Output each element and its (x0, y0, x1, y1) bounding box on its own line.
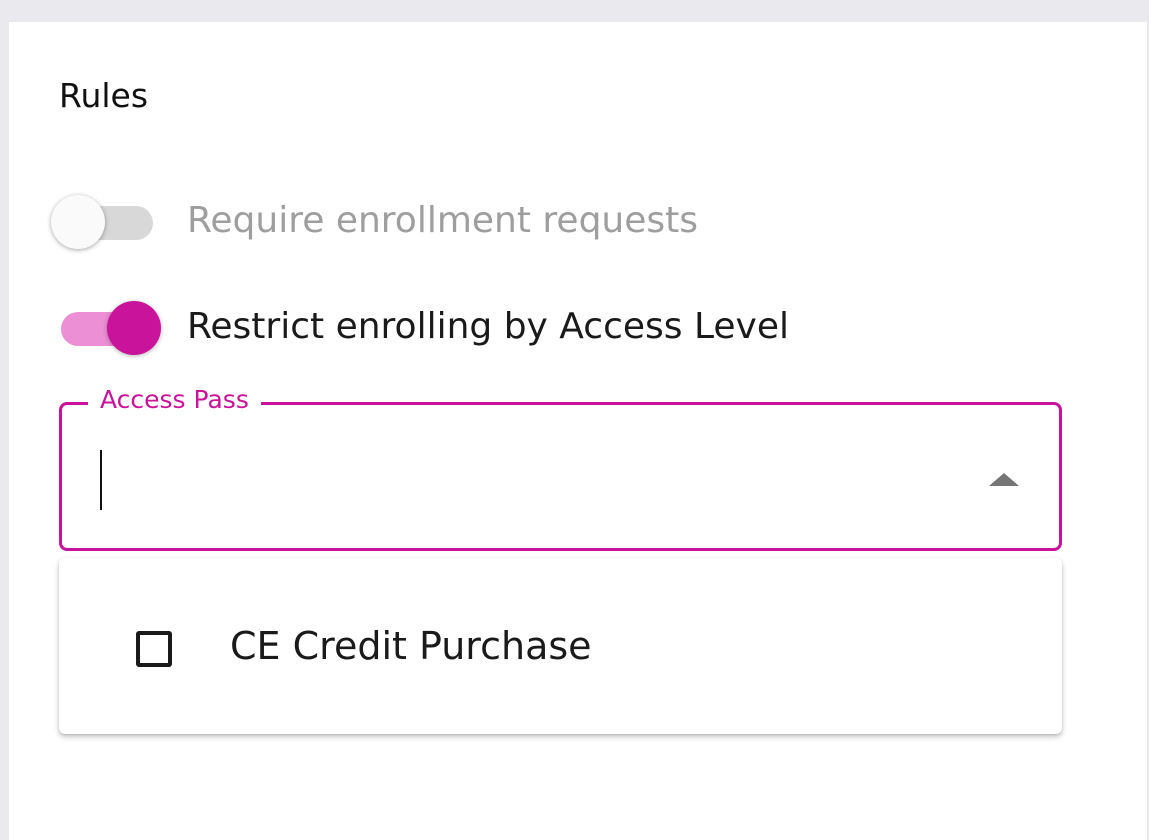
rules-panel: Rules Require enrollment requests Restri… (9, 22, 1147, 840)
restrict-access-level-row: Restrict enrolling by Access Level (51, 298, 951, 358)
section-title: Rules (59, 76, 149, 115)
menu-option-label: CE Credit Purchase (230, 624, 592, 668)
access-pass-label: Access Pass (88, 383, 261, 417)
access-pass-menu: CE Credit Purchase (59, 558, 1062, 734)
access-pass-field[interactable]: Access Pass (59, 383, 1062, 551)
restrict-access-level-toggle[interactable] (51, 298, 161, 358)
checkbox-unchecked-icon[interactable] (136, 631, 172, 667)
require-enrollment-label: Require enrollment requests (187, 200, 699, 241)
toggle-thumb (51, 195, 105, 249)
menu-option-ce-credit-purchase[interactable]: CE Credit Purchase (59, 598, 1062, 688)
arrow-drop-up-icon[interactable] (989, 473, 1019, 486)
require-enrollment-toggle[interactable] (51, 192, 161, 252)
require-enrollment-row: Require enrollment requests (51, 192, 951, 252)
restrict-access-level-label: Restrict enrolling by Access Level (187, 306, 789, 347)
toggle-thumb (107, 301, 161, 355)
text-cursor (100, 450, 102, 510)
access-pass-input[interactable] (98, 445, 958, 511)
